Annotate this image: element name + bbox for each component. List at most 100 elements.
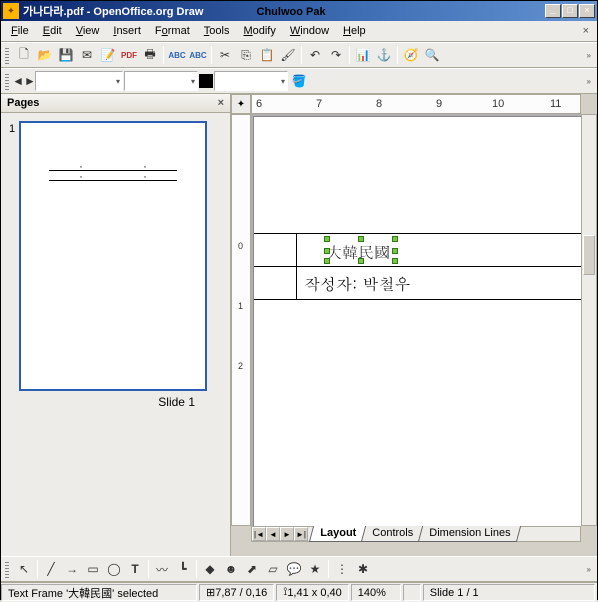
save-button[interactable]: 💾 bbox=[56, 45, 76, 65]
canvas-area: ✦ 6 7 8 9 10 11 0 1 2 大韓民國 bbox=[231, 94, 597, 556]
copy-button[interactable]: ⎘ bbox=[236, 45, 256, 65]
line-style-dropdown[interactable]: ▾ bbox=[35, 71, 123, 91]
first-slide-button[interactable]: |◄ bbox=[252, 527, 266, 541]
selection-handle[interactable] bbox=[358, 236, 364, 242]
toolbar-grip[interactable] bbox=[5, 560, 9, 578]
pages-panel: Pages × 1 ·· ·· Slide 1 bbox=[1, 94, 231, 556]
open-button[interactable]: 📂 bbox=[35, 45, 55, 65]
menu-tools[interactable]: Tools bbox=[198, 23, 236, 39]
last-slide-button[interactable]: ►| bbox=[294, 527, 308, 541]
toolbar-grip[interactable] bbox=[5, 72, 9, 90]
paste-button[interactable]: 📋 bbox=[257, 45, 277, 65]
basic-shapes-tool[interactable]: ◆ bbox=[200, 559, 220, 579]
format-paint-button[interactable]: 🖌 bbox=[278, 45, 298, 65]
symbol-shapes-tool[interactable]: ☻ bbox=[221, 559, 241, 579]
stars-tool[interactable]: ★ bbox=[305, 559, 325, 579]
line-tool[interactable]: ╱ bbox=[41, 559, 61, 579]
select-tool[interactable]: ↖ bbox=[14, 559, 34, 579]
selection-handle[interactable] bbox=[358, 258, 364, 264]
connector-tool[interactable]: ┗ bbox=[173, 559, 193, 579]
toolbar-overflow[interactable]: » bbox=[585, 565, 593, 574]
selection-handle[interactable] bbox=[324, 258, 330, 264]
next-slide-button[interactable]: ► bbox=[280, 527, 294, 541]
redo-button[interactable]: ↷ bbox=[326, 45, 346, 65]
menu-view[interactable]: View bbox=[70, 23, 106, 39]
menu-edit[interactable]: Edit bbox=[37, 23, 68, 39]
menu-insert[interactable]: Insert bbox=[107, 23, 147, 39]
menu-help[interactable]: Help bbox=[337, 23, 372, 39]
text-tool[interactable]: T bbox=[125, 559, 145, 579]
maximize-button[interactable]: □ bbox=[562, 4, 578, 18]
flowchart-tool[interactable]: ▱ bbox=[263, 559, 283, 579]
selection-handle[interactable] bbox=[324, 248, 330, 254]
selection-handle[interactable] bbox=[392, 258, 398, 264]
status-zoom[interactable]: 140% bbox=[351, 584, 401, 601]
new-button[interactable]: 🗋 bbox=[14, 45, 34, 65]
vertical-scrollbar[interactable] bbox=[581, 114, 597, 526]
window-title: 가나다라.pdf - OpenOffice.org Draw Chulwoo P… bbox=[23, 3, 545, 19]
status-selection: Text Frame '大韓民國' selected bbox=[1, 584, 197, 601]
undo-button[interactable]: ↶ bbox=[305, 45, 325, 65]
spellcheck-button[interactable]: ABC bbox=[167, 45, 187, 65]
selection-handle[interactable] bbox=[392, 248, 398, 254]
minimize-button[interactable]: _ bbox=[545, 4, 561, 18]
block-arrows-tool[interactable]: ⬈ bbox=[242, 559, 262, 579]
page[interactable]: 大韓民國 작성자: 박철우 bbox=[253, 116, 581, 526]
print-button[interactable]: 🖶 bbox=[140, 45, 160, 65]
prev-slide-button[interactable]: ◄ bbox=[266, 527, 280, 541]
slide-thumbnail[interactable]: ·· ·· bbox=[19, 121, 207, 391]
menu-window[interactable]: Window bbox=[284, 23, 335, 39]
table-row[interactable]: 작성자: 박철우 bbox=[254, 266, 581, 300]
ellipse-tool[interactable]: ◯ bbox=[104, 559, 124, 579]
autospell-button[interactable]: ABC bbox=[188, 45, 208, 65]
toolbar-overflow[interactable]: » bbox=[585, 51, 593, 60]
slide-label: Slide 1 bbox=[19, 391, 207, 413]
drawing-canvas[interactable]: 大韓民國 작성자: 박철우 bbox=[251, 114, 581, 526]
rectangle-tool[interactable]: ▭ bbox=[83, 559, 103, 579]
pages-panel-title: Pages bbox=[7, 97, 39, 109]
menu-file[interactable]: FFileile bbox=[5, 23, 35, 39]
arrow-style-button[interactable]: ◄► bbox=[14, 71, 34, 91]
standard-toolbar: 🗋 📂 💾 ✉ 📝 PDF 🖶 ABC ABC ✂ ⎘ 📋 🖌 ↶ ↷ 📊 ⚓ … bbox=[1, 42, 597, 68]
selection-handle[interactable] bbox=[324, 236, 330, 242]
tab-layout[interactable]: Layout bbox=[309, 526, 367, 542]
cut-button[interactable]: ✂ bbox=[215, 45, 235, 65]
toolbar-overflow[interactable]: » bbox=[585, 77, 593, 86]
close-button[interactable]: × bbox=[579, 4, 595, 18]
fill-style-dropdown[interactable]: ▾ bbox=[214, 71, 288, 91]
toolbar-grip[interactable] bbox=[5, 46, 9, 64]
menu-format[interactable]: Format bbox=[149, 23, 196, 39]
selection-handle[interactable] bbox=[392, 236, 398, 242]
arrow-tool[interactable]: → bbox=[62, 559, 82, 579]
chart-button[interactable]: 📊 bbox=[353, 45, 373, 65]
menu-modify[interactable]: Modify bbox=[237, 23, 281, 39]
fill-color-button[interactable]: 🪣 bbox=[289, 71, 309, 91]
mail-button[interactable]: ✉ bbox=[77, 45, 97, 65]
status-size: ⟟ 1,41 x 0,40 bbox=[276, 584, 349, 601]
callout-tool[interactable]: 💬 bbox=[284, 559, 304, 579]
scrollbar-thumb[interactable] bbox=[583, 235, 595, 275]
text-cell[interactable]: 작성자: 박철우 bbox=[304, 272, 411, 295]
drawing-toolbar: ↖ ╱ → ▭ ◯ T 〰 ┗ ◆ ☻ ⬈ ▱ 💬 ★ ⋮ ✱ » bbox=[1, 556, 597, 582]
table-row[interactable]: 大韓民國 bbox=[254, 233, 581, 267]
line-fill-toolbar: ◄► ▾ ▾ ▾ 🪣 » bbox=[1, 68, 597, 94]
menu-close-icon[interactable]: × bbox=[579, 25, 593, 37]
zoom-button[interactable]: 🔍 bbox=[422, 45, 442, 65]
status-modified bbox=[403, 584, 421, 601]
vertical-ruler[interactable]: 0 1 2 bbox=[231, 114, 251, 526]
pdf-button[interactable]: PDF bbox=[119, 45, 139, 65]
tab-controls[interactable]: Controls bbox=[361, 526, 424, 542]
hyperlink-button[interactable]: ⚓ bbox=[374, 45, 394, 65]
tab-dimension-lines[interactable]: Dimension Lines bbox=[418, 526, 522, 542]
ruler-corner[interactable]: ✦ bbox=[231, 94, 251, 114]
curve-tool[interactable]: 〰 bbox=[152, 559, 172, 579]
pages-panel-close-icon[interactable]: × bbox=[218, 97, 224, 109]
line-width-dropdown[interactable]: ▾ bbox=[124, 71, 198, 91]
navigator-button[interactable]: 🧭 bbox=[401, 45, 421, 65]
edit-button[interactable]: 📝 bbox=[98, 45, 118, 65]
signature-overlay: Chulwoo Pak bbox=[257, 6, 326, 18]
points-tool[interactable]: ⋮ bbox=[332, 559, 352, 579]
glue-tool[interactable]: ✱ bbox=[353, 559, 373, 579]
horizontal-ruler[interactable]: 6 7 8 9 10 11 bbox=[251, 94, 581, 114]
line-color-button[interactable] bbox=[199, 74, 213, 88]
